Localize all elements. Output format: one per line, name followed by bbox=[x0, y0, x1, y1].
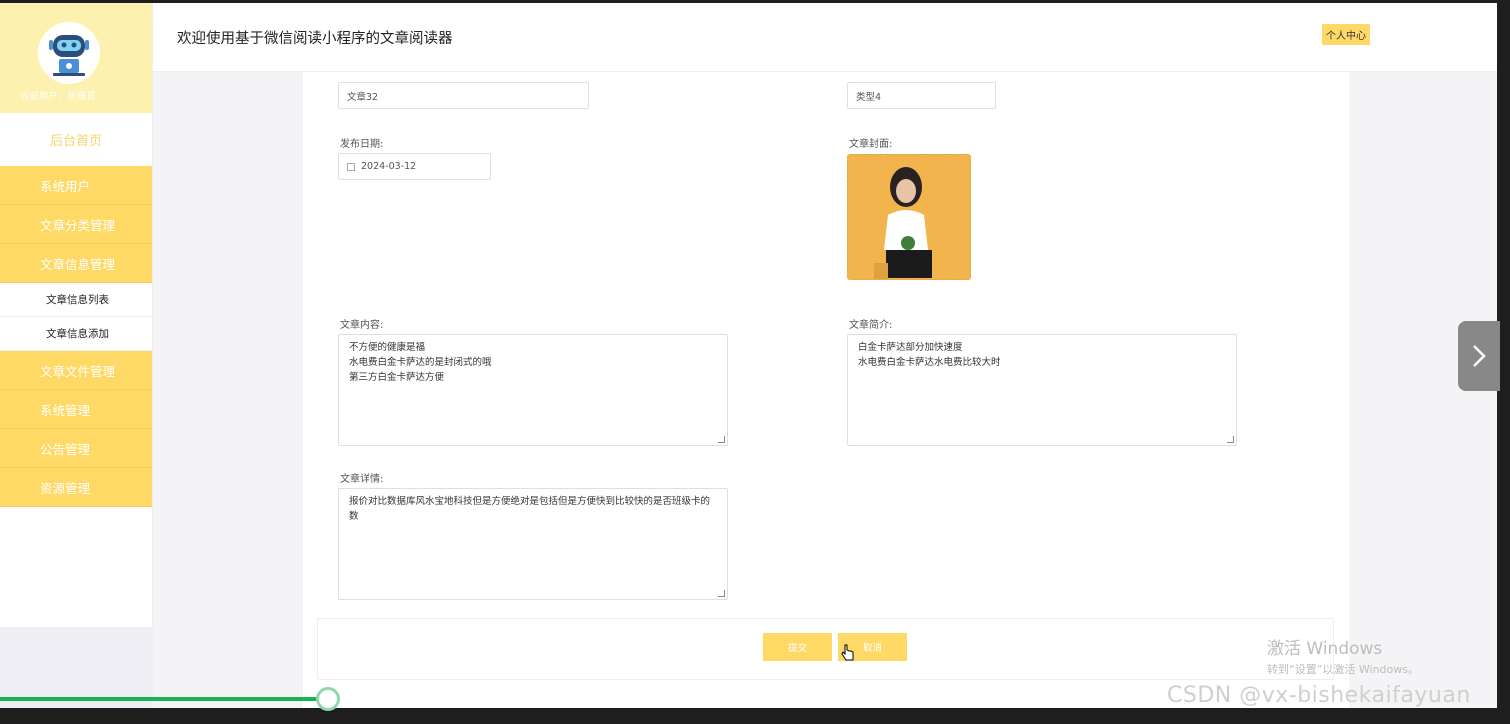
sidebar: 当前用户：管理员 后台首页 系统用户 文章分类管理 文章信息管理 文章信息列表 … bbox=[0, 3, 153, 708]
activation-title: 激活 Windows bbox=[1267, 639, 1383, 659]
sidebar-item-notice-management[interactable]: 公告管理 bbox=[0, 429, 152, 468]
activation-subtitle: 转到“设置”以激活 Windows。 bbox=[1267, 663, 1419, 676]
sidebar-item-resource-management[interactable]: 资源管理 bbox=[0, 468, 152, 507]
video-progress-handle[interactable] bbox=[316, 687, 340, 711]
app-frame: 当前用户：管理员 后台首页 系统用户 文章分类管理 文章信息管理 文章信息列表 … bbox=[0, 3, 1497, 708]
form-panel: 文章32 类型4 发布日期: 2024-03-12 文章封面: 文章内容: 不方… bbox=[303, 72, 1349, 708]
content-textarea[interactable]: 不方便的健康是福 水电费白金卡萨达的是封闭式的哦 第三方白金卡萨达方便 bbox=[338, 334, 728, 446]
windows-activation-notice: 激活 Windows 转到“设置”以激活 Windows。 bbox=[1267, 634, 1419, 677]
article-name-input[interactable]: 文章32 bbox=[338, 82, 589, 109]
form-actions: 提交 取消 bbox=[317, 618, 1334, 680]
detail-label: 文章详情: bbox=[340, 474, 384, 485]
sidebar-subitem-article-add[interactable]: 文章信息添加 bbox=[0, 317, 152, 351]
next-page-button[interactable] bbox=[1458, 321, 1500, 391]
sidebar-item-system-users[interactable]: 系统用户 bbox=[0, 166, 152, 205]
sidebar-header: 当前用户：管理员 bbox=[0, 3, 152, 113]
sidebar-item-system-management[interactable]: 系统管理 bbox=[0, 390, 152, 429]
robot-avatar-icon bbox=[38, 22, 100, 84]
sidebar-item-home[interactable]: 后台首页 bbox=[0, 113, 152, 166]
page-title: 欢迎使用基于微信阅读小程序的文章阅读器 bbox=[177, 31, 453, 47]
sidebar-subitem-article-list[interactable]: 文章信息列表 bbox=[0, 283, 152, 317]
personal-center-button[interactable]: 个人中心 bbox=[1322, 24, 1370, 45]
sidebar-item-article-management[interactable]: 文章信息管理 bbox=[0, 244, 152, 283]
current-user-label: 当前用户：管理员 bbox=[20, 92, 97, 102]
calendar-icon bbox=[347, 162, 355, 171]
intro-label: 文章简介: bbox=[849, 320, 893, 331]
detail-textarea[interactable]: 报价对比数据库风水宝地科技但是方便绝对是包括但是方便快到比较快的是否班级卡的数 bbox=[338, 488, 728, 600]
publish-date-value: 2024-03-12 bbox=[361, 161, 417, 172]
publish-date-picker[interactable]: 2024-03-12 bbox=[338, 153, 491, 180]
sidebar-item-file-management[interactable]: 文章文件管理 bbox=[0, 351, 152, 390]
sidebar-item-category-management[interactable]: 文章分类管理 bbox=[0, 205, 152, 244]
article-type-select[interactable]: 类型4 bbox=[847, 82, 996, 109]
cover-image-upload[interactable] bbox=[847, 154, 971, 280]
publish-date-label: 发布日期: bbox=[340, 139, 384, 150]
hand-cursor-icon bbox=[841, 644, 855, 666]
intro-textarea[interactable]: 白金卡萨达部分加快速度 水电费白金卡萨达水电费比较大时 bbox=[847, 334, 1237, 446]
csdn-watermark: CSDN @vx-bishekaifayuan bbox=[1167, 683, 1471, 708]
submit-button[interactable]: 提交 bbox=[763, 633, 832, 661]
sidebar-footer bbox=[0, 627, 153, 708]
chevron-right-icon bbox=[1473, 345, 1486, 367]
content-label: 文章内容: bbox=[340, 320, 384, 331]
cover-photo bbox=[848, 155, 970, 279]
top-header: 欢迎使用基于微信阅读小程序的文章阅读器 个人中心 bbox=[153, 3, 1497, 72]
video-progress-bar[interactable] bbox=[0, 697, 328, 701]
cover-label: 文章封面: bbox=[849, 139, 893, 150]
